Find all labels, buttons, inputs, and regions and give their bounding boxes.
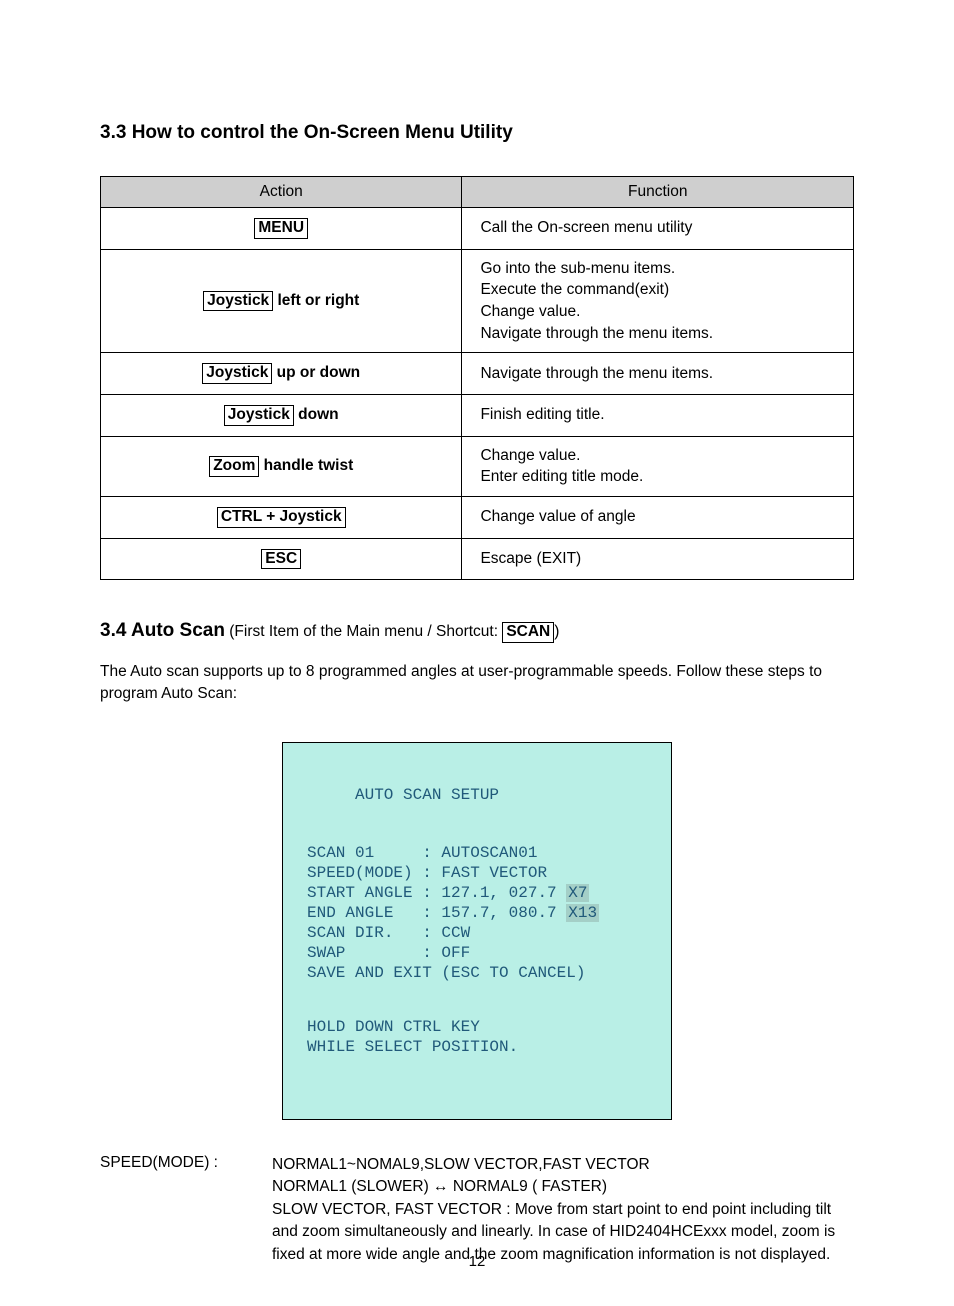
key-label: Joystick — [202, 363, 272, 384]
osd-panel: AUTO SCAN SETUP SCAN 01 : AUTOSCAN01 SPE… — [282, 742, 672, 1120]
action-cell: MENU — [101, 208, 462, 250]
th-function: Function — [462, 177, 854, 208]
heading-3-3: 3.3 How to control the On-Screen Menu Ut… — [100, 122, 854, 144]
scan-key: SCAN — [502, 622, 554, 643]
action-text: up or down — [272, 364, 360, 381]
action-text: left or right — [273, 292, 359, 309]
function-cell: Go into the sub-menu items.Execute the c… — [462, 249, 854, 353]
action-cell: ESC — [101, 538, 462, 580]
function-cell: Finish editing title. — [462, 394, 854, 436]
heading-3-4-line: 3.4 Auto Scan (First Item of the Main me… — [100, 620, 854, 643]
action-cell: CTRL + Joystick — [101, 496, 462, 538]
th-action: Action — [101, 177, 462, 208]
key-label: CTRL + Joystick — [217, 507, 346, 528]
page-number: 12 — [0, 1253, 954, 1270]
control-table: Action Function MENU Call the On-screen m… — [100, 176, 854, 580]
action-cell: Joystick up or down — [101, 353, 462, 395]
speed-row: SPEED(MODE) : NORMAL1~NOMAL9,SLOW VECTOR… — [100, 1154, 854, 1266]
key-label: Zoom — [209, 456, 259, 477]
osd-wrap: AUTO SCAN SETUP SCAN 01 : AUTOSCAN01 SPE… — [100, 742, 854, 1120]
heading-3-4-note-before: (First Item of the Main menu / Shortcut: — [225, 623, 502, 640]
action-text: down — [294, 406, 339, 423]
key-label: MENU — [254, 218, 308, 239]
heading-3-4-note-after: ) — [554, 623, 559, 640]
table-row: Joystick downFinish editing title. — [101, 394, 854, 436]
control-table-body: MENUCall the On-screen menu utilityJoyst… — [101, 208, 854, 580]
function-cell: Change value of angle — [462, 496, 854, 538]
key-label: Joystick — [224, 405, 294, 426]
function-cell: Navigate through the menu items. — [462, 353, 854, 395]
key-label: ESC — [261, 549, 301, 570]
function-cell: Change value.Enter editing title mode. — [462, 436, 854, 496]
speed-label: SPEED(MODE) : — [100, 1154, 272, 1172]
page: 3.3 How to control the On-Screen Menu Ut… — [0, 0, 954, 1306]
autoscan-paragraph: The Auto scan supports up to 8 programme… — [100, 661, 854, 706]
speed-body: NORMAL1~NOMAL9,SLOW VECTOR,FAST VECTORNO… — [272, 1154, 854, 1266]
action-cell: Zoom handle twist — [101, 436, 462, 496]
action-text: handle twist — [259, 457, 353, 474]
heading-3-4: 3.4 Auto Scan — [100, 620, 225, 641]
osd-body: SCAN 01 : AUTOSCAN01 SPEED(MODE) : FAST … — [307, 843, 647, 983]
table-row: ESC Escape (EXIT) — [101, 538, 854, 580]
table-row: Joystick left or rightGo into the sub-me… — [101, 249, 854, 353]
action-cell: Joystick down — [101, 394, 462, 436]
table-row: Joystick up or downNavigate through the … — [101, 353, 854, 395]
table-row: Zoom handle twistChange value.Enter edit… — [101, 436, 854, 496]
table-row: CTRL + Joystick Change value of angle — [101, 496, 854, 538]
osd-hint: HOLD DOWN CTRL KEY WHILE SELECT POSITION… — [307, 1017, 647, 1057]
osd-title: AUTO SCAN SETUP — [307, 785, 647, 805]
action-cell: Joystick left or right — [101, 249, 462, 353]
function-cell: Call the On-screen menu utility — [462, 208, 854, 250]
table-row: MENU Call the On-screen menu utility — [101, 208, 854, 250]
function-cell: Escape (EXIT) — [462, 538, 854, 580]
key-label: Joystick — [203, 291, 273, 312]
